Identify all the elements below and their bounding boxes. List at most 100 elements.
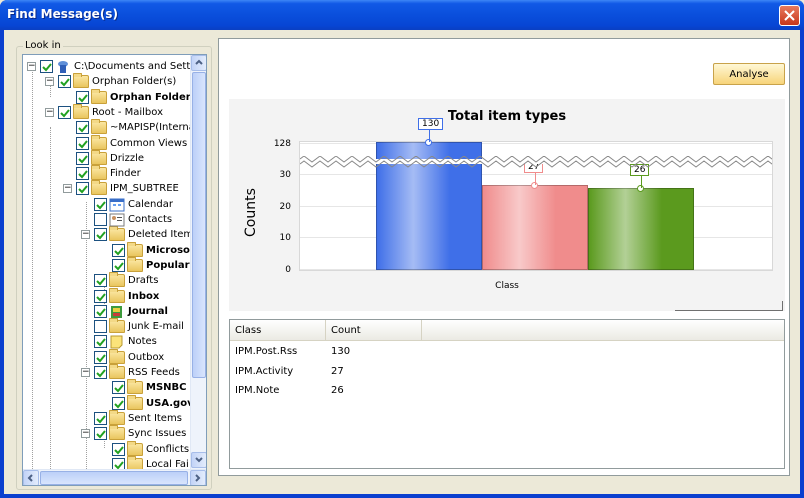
tree-node-checkbox[interactable] (94, 304, 107, 318)
hscroll-thumb[interactable] (40, 471, 188, 485)
lookin-label: Look in (23, 40, 63, 51)
table-row[interactable]: IPM.Activity 27 (230, 362, 784, 381)
collapse-icon[interactable]: − (81, 230, 90, 240)
tree-node-checkbox[interactable] (94, 411, 107, 425)
tree-horizontal-scrollbar[interactable] (23, 469, 206, 485)
tree-node[interactable]: ~MAPISP(Interna (76, 119, 195, 135)
column-header-count[interactable]: Count (326, 320, 422, 341)
collapse-icon[interactable]: − (81, 368, 90, 377)
scroll-thumb[interactable] (192, 72, 206, 378)
tree-node[interactable]: Common Views (76, 134, 187, 151)
analyse-button[interactable]: Analyse (713, 63, 785, 85)
checkmark-icon (96, 201, 106, 210)
tree-node[interactable]: MSNBC (112, 379, 187, 395)
tree-node[interactable]: Popular (112, 256, 190, 273)
calendar-icon (109, 198, 125, 212)
tree-node-checkbox[interactable] (94, 213, 107, 226)
tree-node[interactable]: Journal (94, 304, 168, 319)
tree-node[interactable]: − RSS Feeds (81, 364, 180, 380)
tree-node-checkbox[interactable] (94, 197, 107, 211)
folder-icon (109, 425, 125, 441)
tree-node[interactable]: Conflicts (112, 440, 189, 457)
tree-node-checkbox[interactable] (94, 335, 107, 349)
tree-node-checkbox[interactable] (76, 136, 89, 150)
tree-node[interactable]: Sent Items (94, 409, 182, 426)
results-listview[interactable]: Class Count IPM.Post.Rss 130 IPM.Activity 2… (229, 319, 785, 469)
title-bar[interactable]: Find Message(s) (0, 0, 804, 30)
tree-node[interactable]: − Orphan Folder(s) (45, 73, 176, 89)
data-label: 130 (418, 118, 444, 130)
class-cell: IPM.Activity (235, 365, 294, 377)
tree-node-checkbox[interactable] (76, 167, 89, 181)
y-tick-label: 0 (285, 265, 291, 275)
tree-node[interactable]: Junk E-mail (94, 318, 184, 334)
tree-node-checkbox[interactable] (94, 289, 107, 303)
collapse-icon[interactable]: − (63, 184, 72, 194)
tree-node-label: USA.gov (146, 397, 194, 409)
y-tick-label: 20 (279, 201, 291, 212)
tree-vertical-scrollbar[interactable] (190, 55, 206, 469)
tree-node[interactable]: − Deleted Item (81, 226, 193, 242)
count-cell: 26 (331, 385, 344, 396)
tree-node[interactable]: Orphan Folder_1 (76, 88, 203, 105)
store-icon (55, 60, 71, 73)
tree-guide-line (50, 127, 51, 475)
tree-node-checkbox[interactable] (112, 381, 125, 395)
tree-node-checkbox[interactable] (94, 228, 107, 242)
tree-node[interactable]: Notes (94, 334, 157, 349)
collapse-icon[interactable]: − (27, 62, 36, 71)
close-button[interactable] (779, 5, 800, 26)
tree-node-checkbox[interactable] (76, 151, 89, 165)
folder-icon (91, 149, 107, 165)
tree-node[interactable]: − Sync Issues (81, 425, 186, 441)
tree-node[interactable]: Calendar (94, 197, 173, 212)
tree-node[interactable]: − C:\Documents and Setti (27, 59, 193, 74)
tree-node-checkbox[interactable] (76, 182, 89, 196)
collapse-icon[interactable]: − (45, 77, 54, 87)
scroll-left-button[interactable] (23, 470, 39, 485)
tree-node[interactable]: USA.gov (112, 394, 194, 411)
tree-node-checkbox[interactable] (76, 121, 89, 135)
tree-node[interactable]: Microsof (112, 241, 194, 258)
tree-node-checkbox[interactable] (94, 427, 107, 441)
tree-node-label: MSNBC (146, 382, 187, 394)
tree-node-checkbox[interactable] (40, 60, 53, 73)
tree-node[interactable]: Outbox (94, 348, 164, 365)
table-row[interactable]: IPM.Post.Rss 130 (230, 342, 784, 361)
folder-icon (127, 440, 143, 456)
checkmark-icon (96, 292, 106, 301)
tree-node[interactable]: Contacts (94, 212, 172, 227)
tree-node-checkbox[interactable] (94, 350, 107, 364)
tree-node[interactable]: − IPM_SUBTREE (63, 180, 179, 196)
tree-node-checkbox[interactable] (94, 366, 107, 379)
tree-node[interactable]: Finder (76, 165, 141, 181)
tree-node-checkbox[interactable] (58, 105, 71, 119)
tree-node-label: Calendar (128, 198, 173, 210)
table-row[interactable]: IPM.Note 26 (230, 381, 784, 400)
tree-node-label: Notes (128, 336, 157, 348)
tree-node[interactable]: Drafts (94, 272, 158, 288)
folder-icon (91, 180, 107, 196)
tree-node[interactable]: − Root - Mailbox (45, 103, 163, 120)
tree-node-checkbox[interactable] (112, 243, 125, 257)
tree-node-checkbox[interactable] (94, 274, 107, 288)
tree-node[interactable]: Drizzle (76, 149, 144, 166)
collapse-icon[interactable]: − (81, 429, 90, 439)
folder-tree[interactable]: Local Fai Conflicts − Sync Issues Sent Items… (22, 54, 207, 486)
scroll-down-button[interactable] (191, 452, 206, 468)
tree-node-checkbox[interactable] (94, 320, 107, 334)
tree-node-checkbox[interactable] (112, 396, 125, 410)
tree-node[interactable]: Inbox (94, 287, 159, 304)
scroll-right-button[interactable] (190, 470, 206, 485)
scroll-up-button[interactable] (191, 55, 206, 71)
tree-node-label: Journal (128, 305, 168, 317)
tree-node-checkbox[interactable] (76, 90, 89, 104)
tree-node-checkbox[interactable] (112, 258, 125, 272)
collapse-icon[interactable]: − (45, 107, 54, 117)
checkmark-icon (42, 63, 52, 72)
tree-node-checkbox[interactable] (112, 442, 125, 456)
checkmark-icon (96, 354, 106, 363)
checkmark-icon (114, 399, 124, 409)
column-header-class[interactable]: Class (230, 320, 326, 341)
tree-node-checkbox[interactable] (58, 75, 71, 89)
